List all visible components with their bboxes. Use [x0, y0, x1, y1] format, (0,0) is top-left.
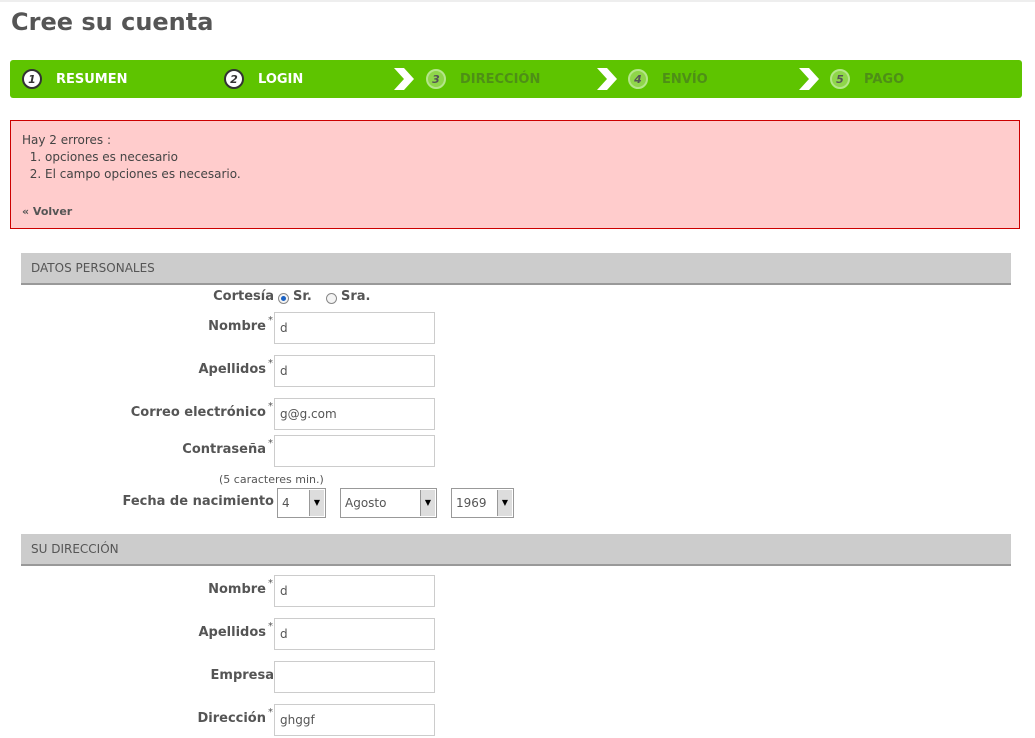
section-address: SU DIRECCIÓN — [21, 534, 1011, 566]
step-label: PAGO — [864, 71, 905, 87]
email-input[interactable]: g@g.com — [274, 398, 435, 430]
birth-year-select[interactable]: 1969 ▼ — [451, 488, 514, 518]
password-label: Contraseña — [182, 442, 266, 457]
chevron-right-icon — [597, 68, 617, 90]
chevron-right-icon — [799, 68, 819, 90]
email-label: Correo electrónico — [130, 405, 266, 420]
section-personal-data: DATOS PERSONALES — [21, 253, 1011, 285]
birth-month-select[interactable]: Agosto ▼ — [340, 488, 437, 518]
first-name-label: Nombre — [208, 319, 266, 334]
address-first-name-label: Nombre — [208, 582, 266, 597]
dropdown-arrow-icon: ▼ — [420, 490, 435, 516]
required-mark: * — [268, 358, 273, 369]
password-input[interactable] — [274, 435, 435, 467]
step-label: DIRECCIÓN — [460, 71, 541, 87]
dropdown-arrow-icon: ▼ — [309, 490, 324, 516]
step-login[interactable]: 2 LOGIN — [224, 60, 303, 98]
address-first-name-input[interactable]: d — [274, 575, 435, 607]
dropdown-arrow-icon: ▼ — [497, 490, 512, 516]
courtesy-option-sra: Sra. — [341, 289, 371, 304]
step-number-5: 5 — [830, 69, 850, 89]
birth-year-value: 1969 — [456, 496, 487, 510]
company-input[interactable] — [274, 661, 435, 693]
step-envio: 4 ENVÍO — [628, 60, 708, 98]
step-direccion: 3 DIRECCIÓN — [426, 60, 540, 98]
password-hint: (5 caracteres min.) — [219, 473, 324, 486]
step-label: LOGIN — [258, 71, 304, 87]
checkout-progress-bar: 1 RESUMEN 2 LOGIN 3 DIRECCIÓN 4 ENVÍO 5 … — [10, 60, 1022, 98]
step-number-1: 1 — [22, 69, 42, 89]
required-mark: * — [268, 707, 273, 718]
required-mark: * — [268, 438, 273, 449]
first-name-input[interactable]: d — [274, 312, 435, 344]
address-input[interactable]: ghggf — [274, 704, 435, 736]
step-pago: 5 PAGO — [830, 60, 904, 98]
birth-day-value: 4 — [282, 496, 290, 510]
error-list: opciones es necesario El campo opciones … — [22, 149, 241, 183]
last-name-input[interactable]: d — [274, 355, 435, 387]
step-number-2: 2 — [224, 69, 244, 89]
courtesy-label: Cortesía — [213, 289, 274, 304]
company-label: Empresa — [210, 668, 274, 683]
required-mark: * — [268, 401, 273, 412]
error-heading: Hay 2 errores : — [22, 133, 112, 147]
birth-month-value: Agosto — [345, 496, 387, 510]
chevron-right-icon — [394, 68, 414, 90]
step-number-3: 3 — [426, 69, 446, 89]
error-box: Hay 2 errores : opciones es necesario El… — [10, 120, 1020, 229]
address-label: Dirección — [197, 711, 266, 726]
courtesy-radio-sr[interactable] — [278, 293, 289, 304]
required-mark: * — [268, 621, 273, 632]
step-number-4: 4 — [628, 69, 648, 89]
address-last-name-label: Apellidos — [198, 625, 266, 640]
top-border — [0, 0, 1035, 2]
courtesy-radio-sra[interactable] — [326, 293, 337, 304]
required-mark: * — [268, 578, 273, 589]
courtesy-option-sr: Sr. — [293, 289, 312, 304]
step-label: ENVÍO — [662, 71, 708, 87]
required-mark: * — [268, 315, 273, 326]
error-item: opciones es necesario — [45, 149, 241, 166]
step-label: RESUMEN — [56, 71, 128, 87]
last-name-label: Apellidos — [198, 362, 266, 377]
step-resumen[interactable]: 1 RESUMEN — [22, 60, 128, 98]
birthdate-label: Fecha de nacimiento — [122, 494, 275, 509]
birth-day-select[interactable]: 4 ▼ — [277, 488, 326, 518]
page-title: Cree su cuenta — [11, 8, 214, 36]
back-link[interactable]: « Volver — [22, 205, 72, 218]
error-item: El campo opciones es necesario. — [45, 166, 241, 183]
address-last-name-input[interactable]: d — [274, 618, 435, 650]
